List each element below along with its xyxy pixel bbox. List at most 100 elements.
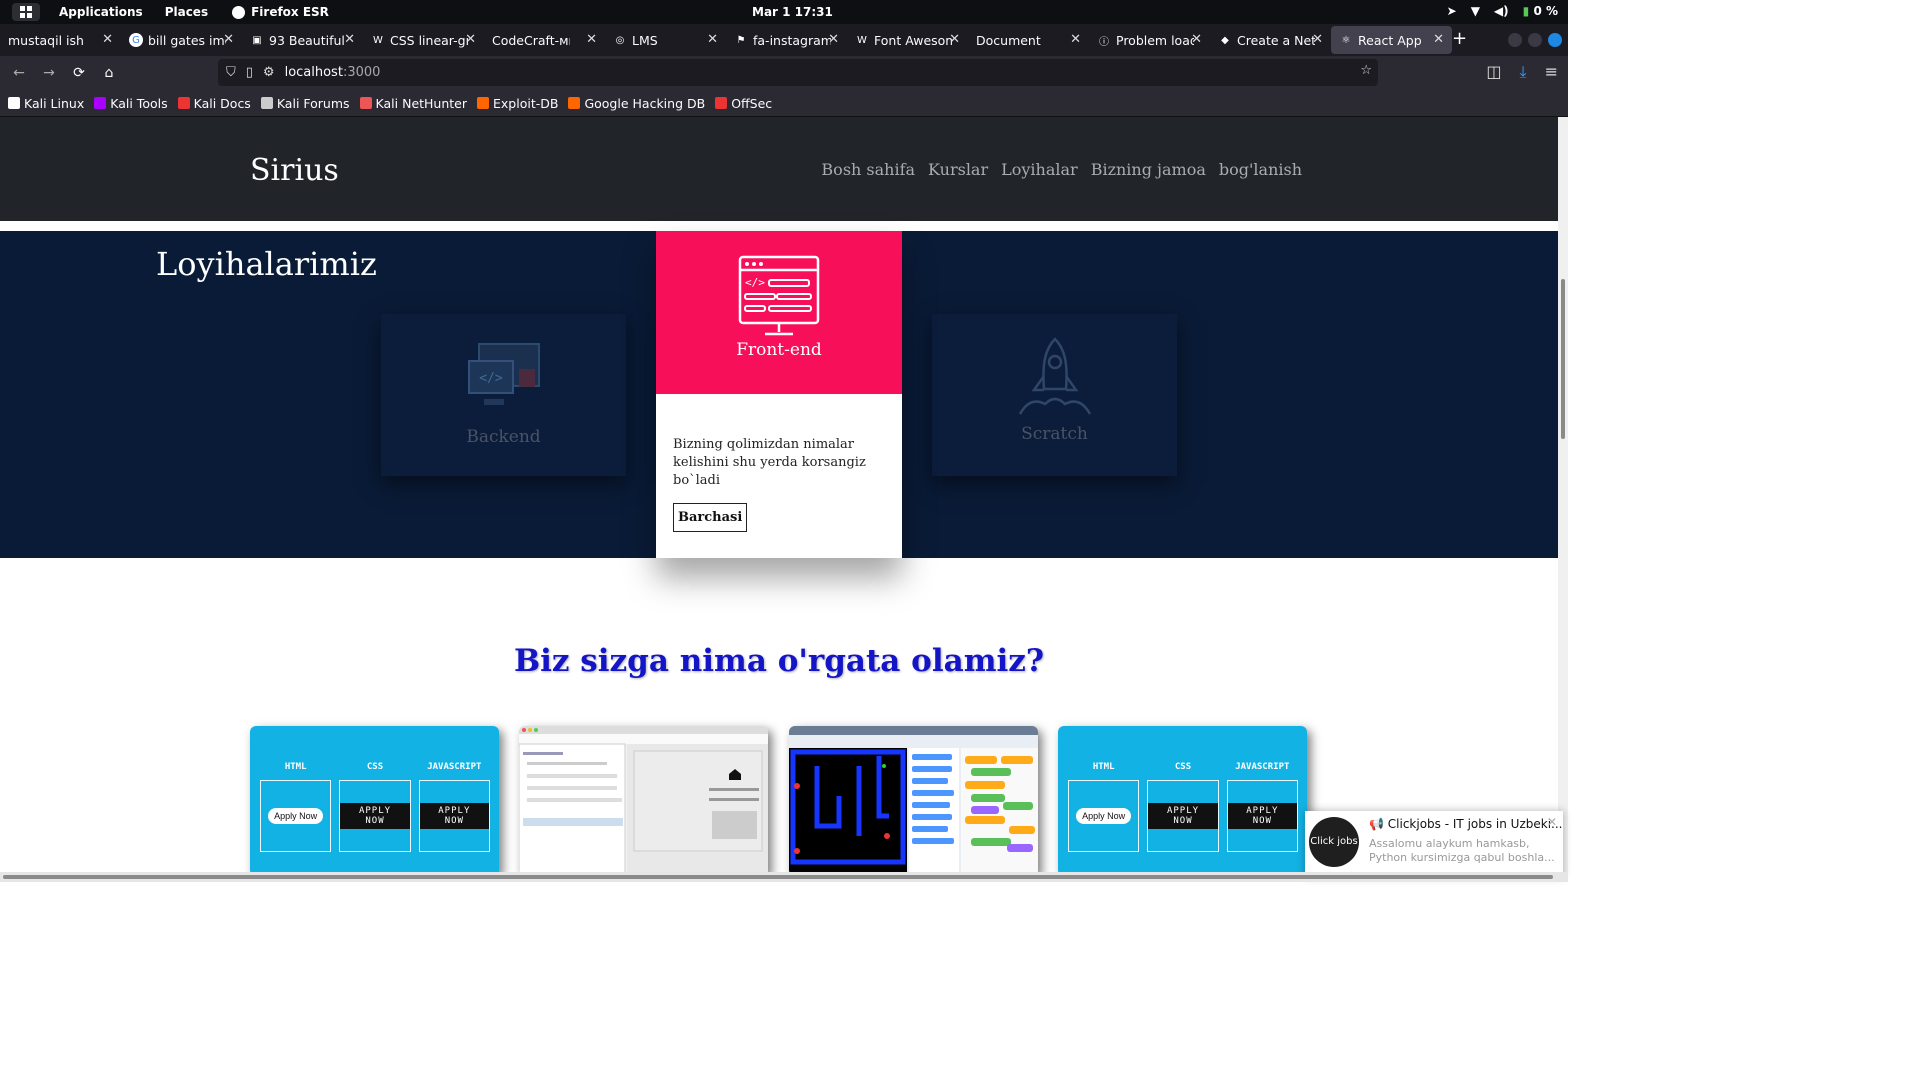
tab-3[interactable]: W CSS linear-gra✕	[363, 26, 484, 54]
tab-close-icon[interactable]: ✕	[465, 32, 476, 47]
tab-title: Font Awesom	[874, 32, 952, 48]
firefox-app-menu[interactable]: Firefox ESR	[232, 5, 329, 19]
reload-icon[interactable]: ⟳	[66, 60, 92, 86]
clock[interactable]: Mar 1 17:31	[752, 5, 833, 19]
tab-10[interactable]: ◆ Create a Netli ✕	[1210, 26, 1331, 54]
course-card-2[interactable]	[519, 726, 768, 876]
site-logo[interactable]: Sirius	[250, 153, 339, 188]
tab-2[interactable]: ▣ 93 Beautiful C✕	[242, 26, 363, 54]
vertical-scrollbar[interactable]	[1558, 117, 1568, 872]
horizontal-scrollbar[interactable]	[0, 872, 1568, 882]
forward-arrow-icon[interactable]: →	[36, 60, 62, 86]
nav-kurslar[interactable]: Kurslar	[928, 160, 988, 179]
toast-title: 📢 Clickjobs - IT jobs in Uzbeki...	[1369, 817, 1562, 831]
nav-bizning-jamoa[interactable]: Bizning jamoa	[1091, 160, 1206, 179]
new-tab-button[interactable]: +	[1452, 28, 1467, 49]
project-card-frontend[interactable]: </> Front-end Bizning qolimizdan nimalar…	[656, 231, 902, 558]
bookmark-5[interactable]: Exploit-DB	[477, 96, 558, 111]
bookmark-2[interactable]: Kali Docs	[177, 96, 251, 111]
col-box: Apply Now	[1068, 780, 1140, 852]
col-label: JAVASCRIPT	[1235, 762, 1290, 772]
url-bar[interactable]: ⛉ ▯ ⚙ localhost:3000 ☆	[218, 59, 1378, 86]
wifi-icon[interactable]: ▼	[1471, 4, 1480, 18]
shield-icon[interactable]: ⛉	[226, 65, 236, 80]
toast-close-icon[interactable]: ✕	[1547, 815, 1557, 829]
tab-7[interactable]: W Font Awesom ✕	[847, 26, 968, 54]
tab-close-icon[interactable]: ✕	[1191, 32, 1202, 47]
frontend-card-header: </> Front-end	[656, 231, 902, 394]
project-card-scratch[interactable]: Scratch	[932, 314, 1177, 476]
course-card-1[interactable]: HTML Apply Now CSS APPLY NOW JAVASCRIPT APP…	[250, 726, 499, 876]
tab-1[interactable]: Gbill gates img ✕	[121, 26, 242, 54]
tab-close-icon[interactable]: ✕	[586, 32, 597, 47]
bookmark-label: Google Hacking DB	[584, 95, 706, 111]
tab-close-icon[interactable]: ✕	[344, 32, 355, 47]
permissions-icon[interactable]: ⚙	[263, 65, 275, 80]
menu-hamburger-icon[interactable]: ≡	[1545, 62, 1558, 82]
tab-title: 93 Beautiful C	[269, 32, 347, 48]
tab-11[interactable]: ⚛ React App ✕	[1331, 26, 1452, 54]
browser-screenshot-image	[519, 726, 768, 876]
nav-loyihalar[interactable]: Loyihalar	[1001, 160, 1078, 179]
bookmarks-bar: Kali Linux Kali Tools Kali Docs Kali Forums…	[0, 90, 1568, 117]
maximize-button[interactable]	[1528, 33, 1542, 47]
tab-4[interactable]: CodeCraft-мир п ✕	[484, 26, 605, 54]
nav-boglanish[interactable]: bog'lanish	[1219, 160, 1302, 179]
nav-bosh-sahifa[interactable]: Bosh sahifa	[821, 160, 915, 179]
activities-grid-icon[interactable]	[12, 3, 40, 21]
scratch-game-screenshot-image	[789, 726, 1038, 876]
applications-menu[interactable]: Applications	[59, 5, 143, 19]
tab-close-icon[interactable]: ✕	[1312, 32, 1323, 47]
course-col-html: HTML Apply Now	[1068, 762, 1140, 852]
bookmark-label: Kali Linux	[24, 95, 85, 111]
tab-title: mustaqil ish 1	[8, 32, 86, 48]
tab-close-icon[interactable]: ✕	[1433, 32, 1444, 47]
bookmark-star-icon[interactable]: ☆	[1360, 63, 1372, 78]
project-name-backend: Backend	[466, 427, 541, 447]
tab-0[interactable]: mustaqil ish 1 ✕	[0, 26, 121, 54]
course-col-html: HTML Apply Now	[260, 762, 332, 852]
course-card-4[interactable]: HTML Apply Now CSS APPLY NOW JAVASCRIPT APP…	[1058, 726, 1307, 876]
home-icon[interactable]: ⌂	[96, 60, 122, 86]
course-card-3[interactable]	[789, 726, 1038, 876]
battery-status[interactable]: ▮ 0 %	[1523, 4, 1558, 18]
tab-close-icon[interactable]: ✕	[102, 32, 113, 47]
tab-close-icon[interactable]: ✕	[1070, 32, 1081, 47]
places-menu[interactable]: Places	[165, 5, 208, 19]
notification-toast[interactable]: Click jobs 📢 Clickjobs - IT jobs in Uzbe…	[1305, 811, 1563, 877]
tab-close-icon[interactable]: ✕	[949, 32, 960, 47]
toast-line-1: Assalomu alaykum hamkasb,	[1369, 837, 1530, 850]
clickjobs-logo: Click jobs	[1309, 817, 1359, 867]
bookmark-6[interactable]: Google Hacking DB	[568, 96, 705, 111]
tab-8[interactable]: Document ✕	[968, 26, 1089, 54]
tab-5[interactable]: ◎ LMS ✕	[605, 26, 726, 54]
site-nav: Bosh sahifa Kurslar Loyihalar Bizning ja…	[821, 160, 1302, 179]
tab-close-icon[interactable]: ✕	[828, 32, 839, 47]
tab-6[interactable]: ⚑ fa-instagram ✕	[726, 26, 847, 54]
bookmark-4[interactable]: Kali NetHunter	[359, 96, 467, 111]
tab-title: Create a Netli	[1237, 32, 1315, 48]
col-box: APPLY NOW	[339, 780, 411, 852]
back-arrow-icon[interactable]: ←	[6, 60, 32, 86]
project-card-backend[interactable]: </> Backend	[381, 314, 626, 476]
minimize-button[interactable]	[1508, 33, 1522, 47]
bookmark-1[interactable]: Kali Tools	[94, 96, 168, 111]
tab-close-icon[interactable]: ✕	[223, 32, 234, 47]
volume-icon[interactable]: ◀)	[1494, 4, 1509, 18]
bookmark-7[interactable]: OffSec	[715, 96, 772, 111]
col-box: Apply Now	[260, 780, 332, 852]
tab-9[interactable]: ⓘ Problem loadi ✕	[1089, 26, 1210, 54]
url-host: localhost	[284, 65, 343, 80]
telegram-icon[interactable]: ➤	[1447, 4, 1457, 18]
downloads-icon[interactable]: ⤓	[1520, 62, 1527, 82]
tab-close-icon[interactable]: ✕	[707, 32, 718, 47]
bookmark-3[interactable]: Kali Forums	[260, 96, 350, 111]
pocket-icon[interactable]: ◫	[1486, 62, 1501, 82]
horizontal-scroll-thumb[interactable]	[3, 875, 1553, 879]
url-text[interactable]: localhost:3000	[285, 65, 381, 80]
vertical-scroll-thumb[interactable]	[1561, 279, 1565, 439]
tab-favicon: ◎	[615, 34, 625, 46]
bookmark-0[interactable]: Kali Linux	[8, 96, 84, 111]
close-window-button[interactable]	[1548, 33, 1562, 47]
barchasi-button[interactable]: Barchasi	[673, 503, 748, 532]
